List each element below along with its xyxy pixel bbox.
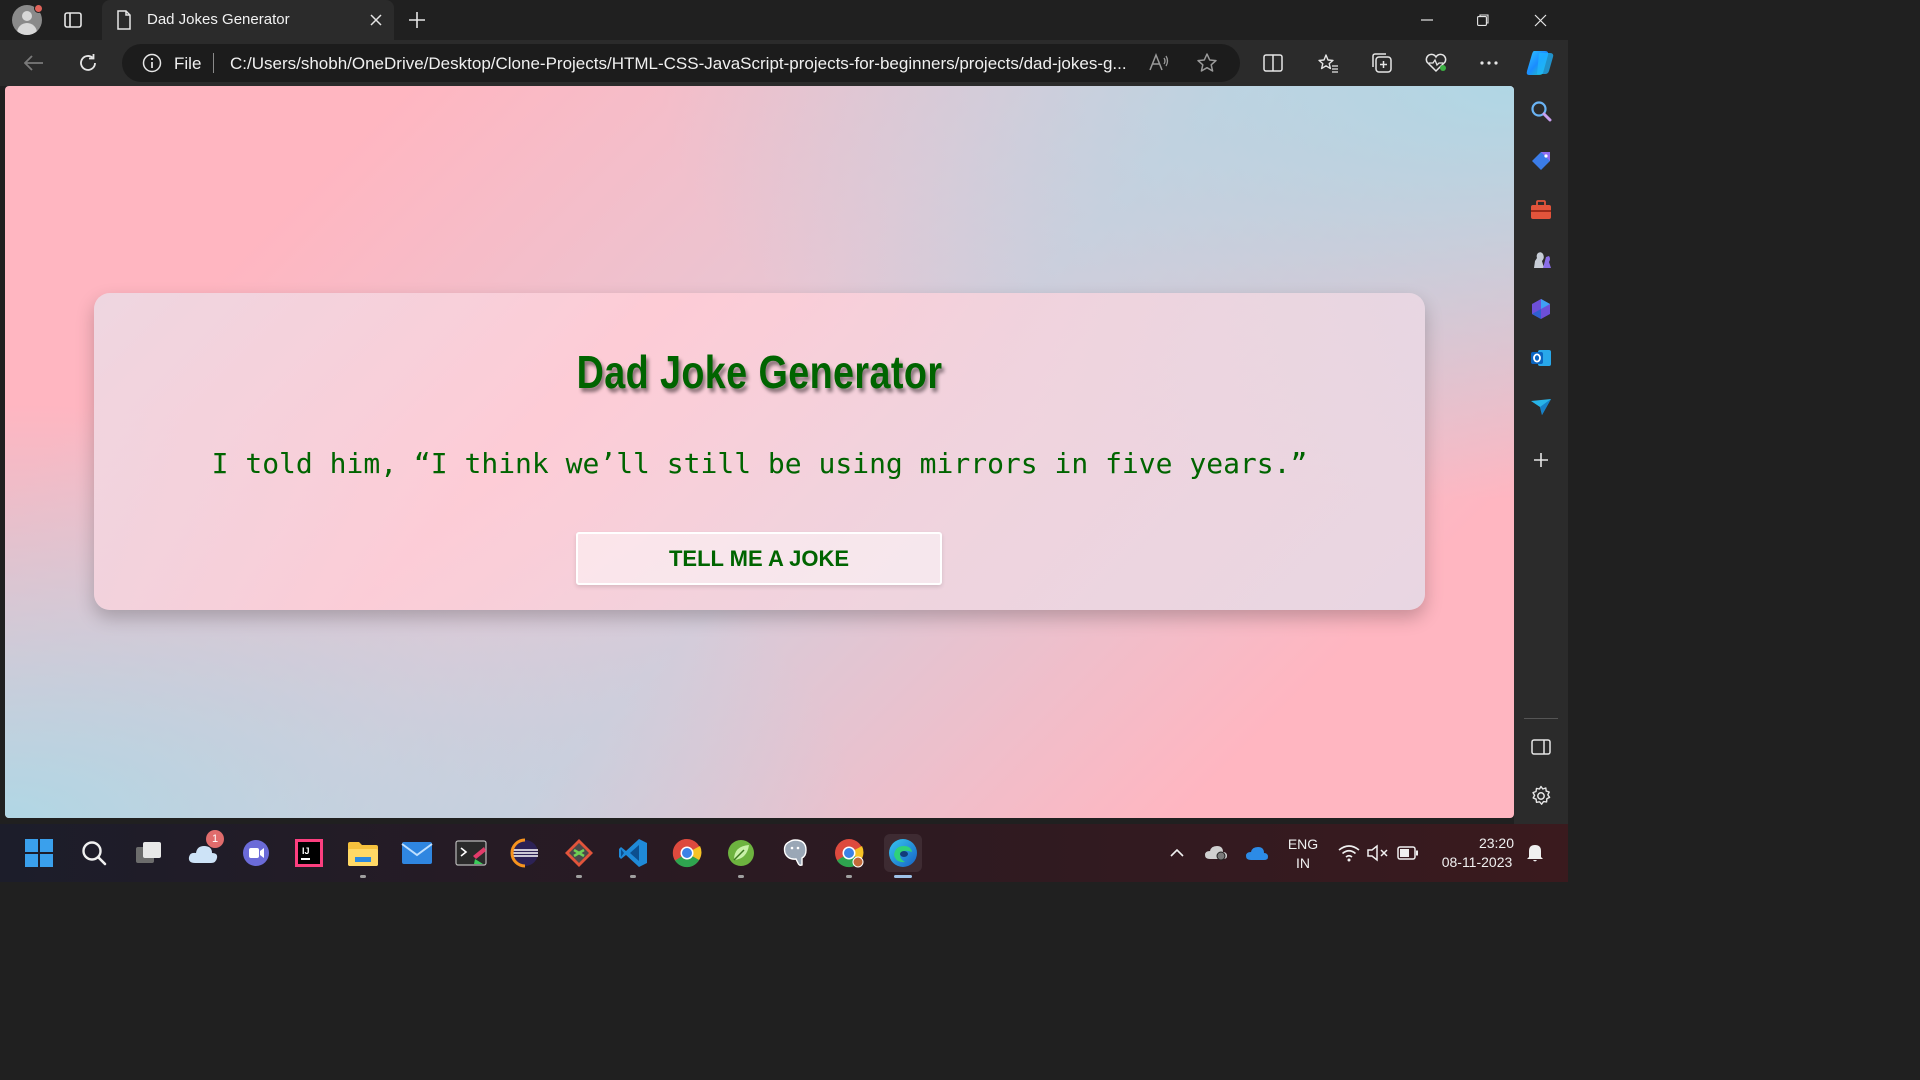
intellij-icon[interactable]: IJ: [290, 834, 328, 872]
clock-date: 08-11-2023: [1441, 854, 1513, 870]
site-info-icon[interactable]: [142, 53, 162, 78]
volume-muted-icon[interactable]: [1363, 834, 1393, 872]
favorite-star-icon[interactable]: [1196, 52, 1218, 79]
wifi-icon[interactable]: [1334, 834, 1364, 872]
weather-widget-icon[interactable]: 1: [184, 830, 224, 872]
page-heading: Dad Joke Generator: [576, 346, 943, 398]
read-aloud-icon[interactable]: [1148, 52, 1170, 77]
terminal-icon[interactable]: [452, 834, 490, 872]
git-gui-icon[interactable]: [560, 834, 598, 878]
tell-joke-button[interactable]: TELL ME A JOKE: [576, 532, 942, 585]
back-button[interactable]: [18, 47, 50, 79]
browser-toolbar: File C:/Users/shobh/OneDrive/Desktop/Clo…: [0, 40, 1568, 86]
tab-strip: Dad Jokes Generator: [0, 0, 1568, 40]
close-tab-icon[interactable]: [366, 10, 386, 30]
onedrive-status-icon[interactable]: [1199, 834, 1233, 872]
taskbar-search-icon[interactable]: [75, 834, 113, 872]
show-hidden-icons-chevron[interactable]: [1160, 834, 1194, 872]
add-sidebar-app-icon[interactable]: [1526, 445, 1556, 475]
teams-chat-icon[interactable]: [237, 834, 275, 872]
tab-active[interactable]: Dad Jokes Generator: [102, 0, 394, 40]
games-icon[interactable]: [1526, 244, 1556, 274]
vscode-icon[interactable]: [614, 834, 652, 878]
document-icon: [116, 10, 132, 35]
new-tab-button[interactable]: [404, 7, 430, 33]
more-options-icon[interactable]: [1473, 47, 1505, 79]
search-icon[interactable]: [1526, 96, 1556, 126]
close-window-button[interactable]: [1512, 0, 1568, 40]
chrome-profile-icon[interactable]: [830, 834, 868, 878]
edge-sidebar: [1514, 86, 1568, 824]
sidebar-divider: [1524, 718, 1558, 719]
shopping-tag-icon[interactable]: [1526, 146, 1556, 176]
address-scheme-label: File: [174, 54, 202, 73]
drop-send-icon[interactable]: [1526, 392, 1556, 422]
outlook-icon[interactable]: [1526, 343, 1556, 373]
settings-gear-icon[interactable]: [1526, 781, 1556, 811]
browser-essentials-icon[interactable]: [1420, 47, 1452, 79]
onedrive-cloud-icon[interactable]: [1240, 834, 1274, 872]
battery-icon[interactable]: [1393, 834, 1423, 872]
address-bar[interactable]: File C:/Users/shobh/OneDrive/Desktop/Clo…: [122, 44, 1240, 82]
chrome-icon[interactable]: [668, 834, 706, 872]
file-explorer-icon[interactable]: [344, 834, 382, 878]
tools-briefcase-icon[interactable]: [1526, 195, 1556, 225]
refresh-button[interactable]: [72, 47, 104, 79]
postgresql-icon[interactable]: [776, 834, 814, 872]
restore-button[interactable]: [1455, 0, 1511, 40]
tab-title: Dad Jokes Generator: [147, 11, 290, 28]
notification-bell-icon[interactable]: [1520, 834, 1550, 872]
tab-actions-icon[interactable]: [58, 8, 88, 32]
address-separator: [213, 53, 214, 73]
minimize-button[interactable]: [1399, 0, 1455, 40]
language-code: ENG: [1287, 836, 1319, 852]
profile-notification-dot: [34, 4, 43, 13]
task-view-icon[interactable]: [130, 834, 168, 872]
weather-badge: 1: [206, 830, 224, 848]
spring-tools-icon[interactable]: [722, 834, 760, 878]
edge-taskbar-icon[interactable]: [884, 834, 922, 878]
clock-time: 23:20: [1478, 835, 1514, 851]
split-screen-icon[interactable]: [1257, 47, 1289, 79]
collections-icon[interactable]: [1366, 47, 1398, 79]
input-language[interactable]: ENG IN: [1283, 835, 1323, 873]
region-code: IN: [1296, 855, 1310, 871]
favorites-icon[interactable]: [1312, 47, 1344, 79]
system-clock[interactable]: 23:20 08-11-2023: [1432, 834, 1522, 872]
joke-card: Dad Joke Generator I told him, “I think …: [94, 293, 1425, 610]
microsoft-365-icon[interactable]: [1526, 294, 1556, 324]
page-viewport: Dad Joke Generator I told him, “I think …: [5, 86, 1514, 818]
windows-taskbar: 1 IJ ENG IN 23:20 08-11-2023: [0, 824, 1568, 882]
address-url[interactable]: C:/Users/shobh/OneDrive/Desktop/Clone-Pr…: [230, 54, 1140, 74]
windows-start-icon[interactable]: [20, 834, 58, 872]
mail-icon[interactable]: [398, 834, 436, 872]
eclipse-icon[interactable]: [506, 834, 544, 872]
hide-sidebar-icon[interactable]: [1526, 732, 1556, 762]
svg-text:IJ: IJ: [302, 846, 310, 856]
copilot-icon[interactable]: [1524, 47, 1556, 79]
joke-text: I told him, “I think we’ll still be usin…: [211, 447, 1308, 480]
